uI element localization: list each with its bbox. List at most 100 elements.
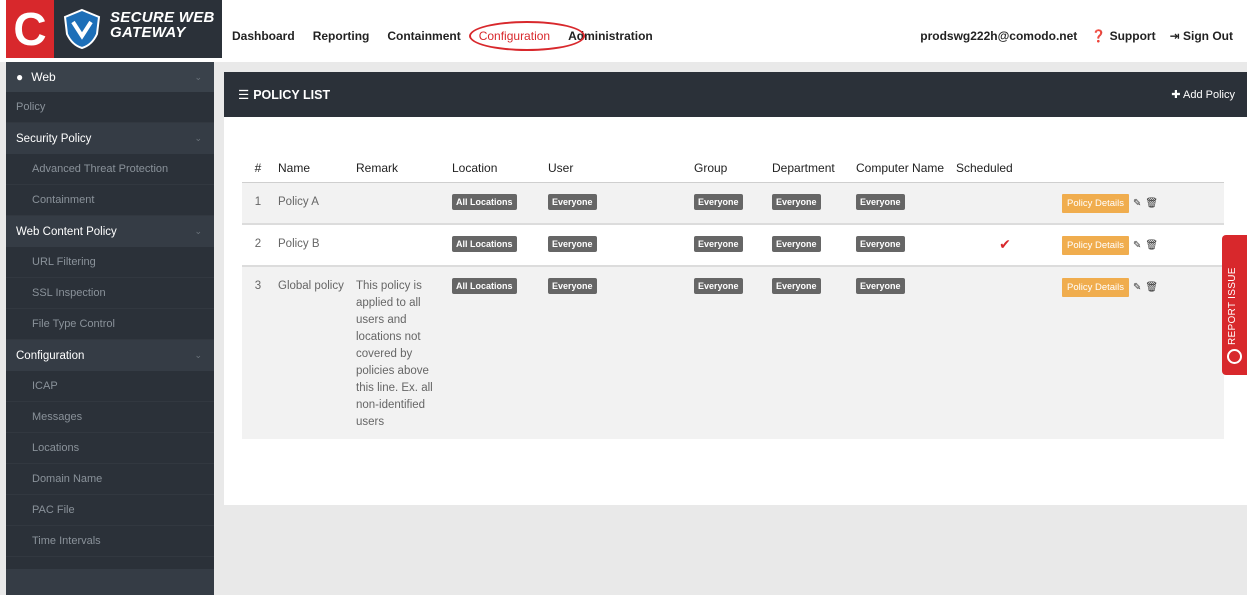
sidebar-item-pac-file[interactable]: PAC File — [6, 495, 214, 526]
col-header-remark[interactable]: Remark — [352, 132, 448, 183]
sidebar-section-configuration[interactable]: Configuration ⌄ — [6, 340, 214, 371]
policy-details-button[interactable]: Policy Details — [1062, 193, 1130, 213]
panel-title-text: POLICY LIST — [253, 87, 331, 102]
cell-computer: Everyone — [852, 266, 952, 439]
sidebar-item-atp[interactable]: Advanced Threat Protection — [6, 154, 214, 185]
cell-actions: Policy Details ✎ 🗑 — [1058, 224, 1224, 267]
cell-scheduled: ✔ — [952, 224, 1058, 267]
user-badge: Everyone — [548, 236, 597, 252]
col-header-name[interactable]: Name — [274, 132, 352, 183]
report-issue-icon — [1227, 349, 1242, 364]
highlight-ring — [468, 21, 585, 51]
sidebar-section-security-policy[interactable]: Security Policy ⌄ — [6, 123, 214, 154]
cell-computer: Everyone — [852, 224, 952, 267]
table-header-row: # Name Remark Location User Group Depart… — [242, 132, 1224, 183]
cell-actions: Policy Details ✎ 🗑 — [1058, 182, 1224, 225]
policy-table: # Name Remark Location User Group Depart… — [242, 132, 1224, 439]
cell-computer: Everyone — [852, 182, 952, 225]
brand-line-1: SECURE WEB — [110, 9, 215, 26]
cell-department: Everyone — [768, 224, 852, 267]
table-row[interactable]: 1 Policy A All Locations Everyone Everyo… — [242, 182, 1224, 225]
cell-name: Policy A — [274, 182, 352, 225]
group-badge: Everyone — [694, 193, 743, 210]
cell-remark — [352, 224, 448, 267]
add-policy-label: Add Policy — [1183, 89, 1235, 101]
support-label: Support — [1109, 29, 1156, 43]
policy-table-wrapper: # Name Remark Location User Group Depart… — [242, 132, 1224, 439]
edit-pencil-icon[interactable]: ✎ — [1133, 237, 1141, 254]
policy-details-button[interactable]: Policy Details — [1062, 278, 1130, 297]
sidebar-item-domain-name[interactable]: Domain Name — [6, 464, 214, 495]
cell-remark: This policy is applied to all users and … — [352, 266, 448, 439]
cell-remark — [352, 182, 448, 225]
col-header-location[interactable]: Location — [448, 132, 544, 183]
sidebar-web-label: Web — [31, 70, 56, 84]
sidebar-item-icap[interactable]: ICAP — [6, 371, 214, 402]
top-nav: Dashboard Reporting Containment Configur… — [232, 21, 671, 51]
col-header-computer-name[interactable]: Computer Name — [852, 132, 952, 183]
plus-icon: ✚ — [1171, 89, 1181, 101]
scheduled-check-icon: ✔ — [999, 236, 1011, 252]
add-policy-button[interactable]: ✚ Add Policy — [1171, 88, 1235, 101]
panel-header: ☰ POLICY LIST ✚ Add Policy — [224, 72, 1247, 117]
sidebar-section-web-content-policy[interactable]: Web Content Policy ⌄ — [6, 216, 214, 247]
trash-icon[interactable]: 🗑 — [1145, 279, 1158, 296]
col-header-num[interactable]: # — [242, 132, 274, 183]
sidebar-item-file-type-control[interactable]: File Type Control — [6, 309, 214, 340]
sidebar-item-policy[interactable]: Policy — [6, 92, 214, 123]
computer-badge: Everyone — [856, 193, 905, 210]
col-header-user[interactable]: User — [544, 132, 690, 183]
sidebar-web-header[interactable]: ● Web ⌄ — [6, 62, 214, 92]
col-header-group[interactable]: Group — [690, 132, 768, 183]
trash-icon[interactable]: 🗑 — [1145, 195, 1158, 212]
edit-pencil-icon[interactable]: ✎ — [1133, 195, 1141, 212]
report-issue-tab[interactable]: REPORT ISSUE — [1222, 235, 1247, 375]
cell-scheduled — [952, 266, 1058, 439]
comodo-c-logo: C — [6, 0, 54, 58]
brand-logo[interactable]: C SECURE WEB GATEWAY — [6, 0, 222, 58]
user-badge: Everyone — [548, 193, 597, 210]
policy-details-button[interactable]: Policy Details — [1062, 236, 1130, 255]
help-circle-icon: ❓ — [1091, 29, 1107, 43]
department-badge: Everyone — [772, 236, 821, 252]
sidebar-item-messages[interactable]: Messages — [6, 402, 214, 433]
table-row[interactable]: 2 Policy B All Locations Everyone Everyo… — [242, 224, 1224, 267]
panel-title: ☰ POLICY LIST — [238, 87, 331, 103]
brand-line-2: GATEWAY — [110, 24, 186, 41]
cell-department: Everyone — [768, 266, 852, 439]
cell-group: Everyone — [690, 224, 768, 267]
cell-num: 1 — [242, 182, 274, 225]
edit-pencil-icon[interactable]: ✎ — [1133, 279, 1141, 296]
user-email[interactable]: prodswg222h@comodo.net — [920, 29, 1077, 43]
list-icon: ☰ — [238, 88, 250, 102]
col-header-department[interactable]: Department — [768, 132, 852, 183]
col-header-scheduled[interactable]: Scheduled — [952, 132, 1058, 183]
table-row[interactable]: 3 Global policy This policy is applied t… — [242, 266, 1224, 439]
cell-actions: Policy Details ✎ 🗑 — [1058, 266, 1224, 439]
location-badge: All Locations — [452, 278, 517, 294]
globe-icon: ● — [16, 70, 24, 84]
sidebar-item-url-filtering[interactable]: URL Filtering — [6, 247, 214, 278]
nav-reporting[interactable]: Reporting — [313, 29, 370, 43]
support-link[interactable]: ❓ Support — [1091, 29, 1155, 43]
cell-name: Global policy — [274, 266, 352, 439]
sidebar-item-ssl-inspection[interactable]: SSL Inspection — [6, 278, 214, 309]
chevron-down-icon: ⌄ — [194, 350, 202, 360]
sidebar-item-locations[interactable]: Locations — [6, 433, 214, 464]
sidebar-section-label: Security Policy — [16, 132, 92, 145]
nav-dashboard[interactable]: Dashboard — [232, 29, 295, 43]
sidebar-item-containment[interactable]: Containment — [6, 185, 214, 216]
cell-user: Everyone — [544, 182, 690, 225]
report-issue-label: REPORT ISSUE — [1227, 267, 1238, 345]
trash-icon[interactable]: 🗑 — [1145, 237, 1158, 254]
cell-group: Everyone — [690, 182, 768, 225]
nav-containment[interactable]: Containment — [387, 29, 460, 43]
cell-user: Everyone — [544, 224, 690, 267]
sign-out-link[interactable]: ⇥ Sign Out — [1170, 29, 1233, 43]
cell-department: Everyone — [768, 182, 852, 225]
sign-out-icon: ⇥ — [1169, 29, 1180, 43]
sidebar-item-time-intervals[interactable]: Time Intervals — [6, 526, 214, 557]
col-header-actions — [1058, 132, 1224, 183]
chevron-down-icon: ⌄ — [194, 226, 202, 236]
nav-configuration[interactable]: Configuration — [468, 21, 585, 51]
